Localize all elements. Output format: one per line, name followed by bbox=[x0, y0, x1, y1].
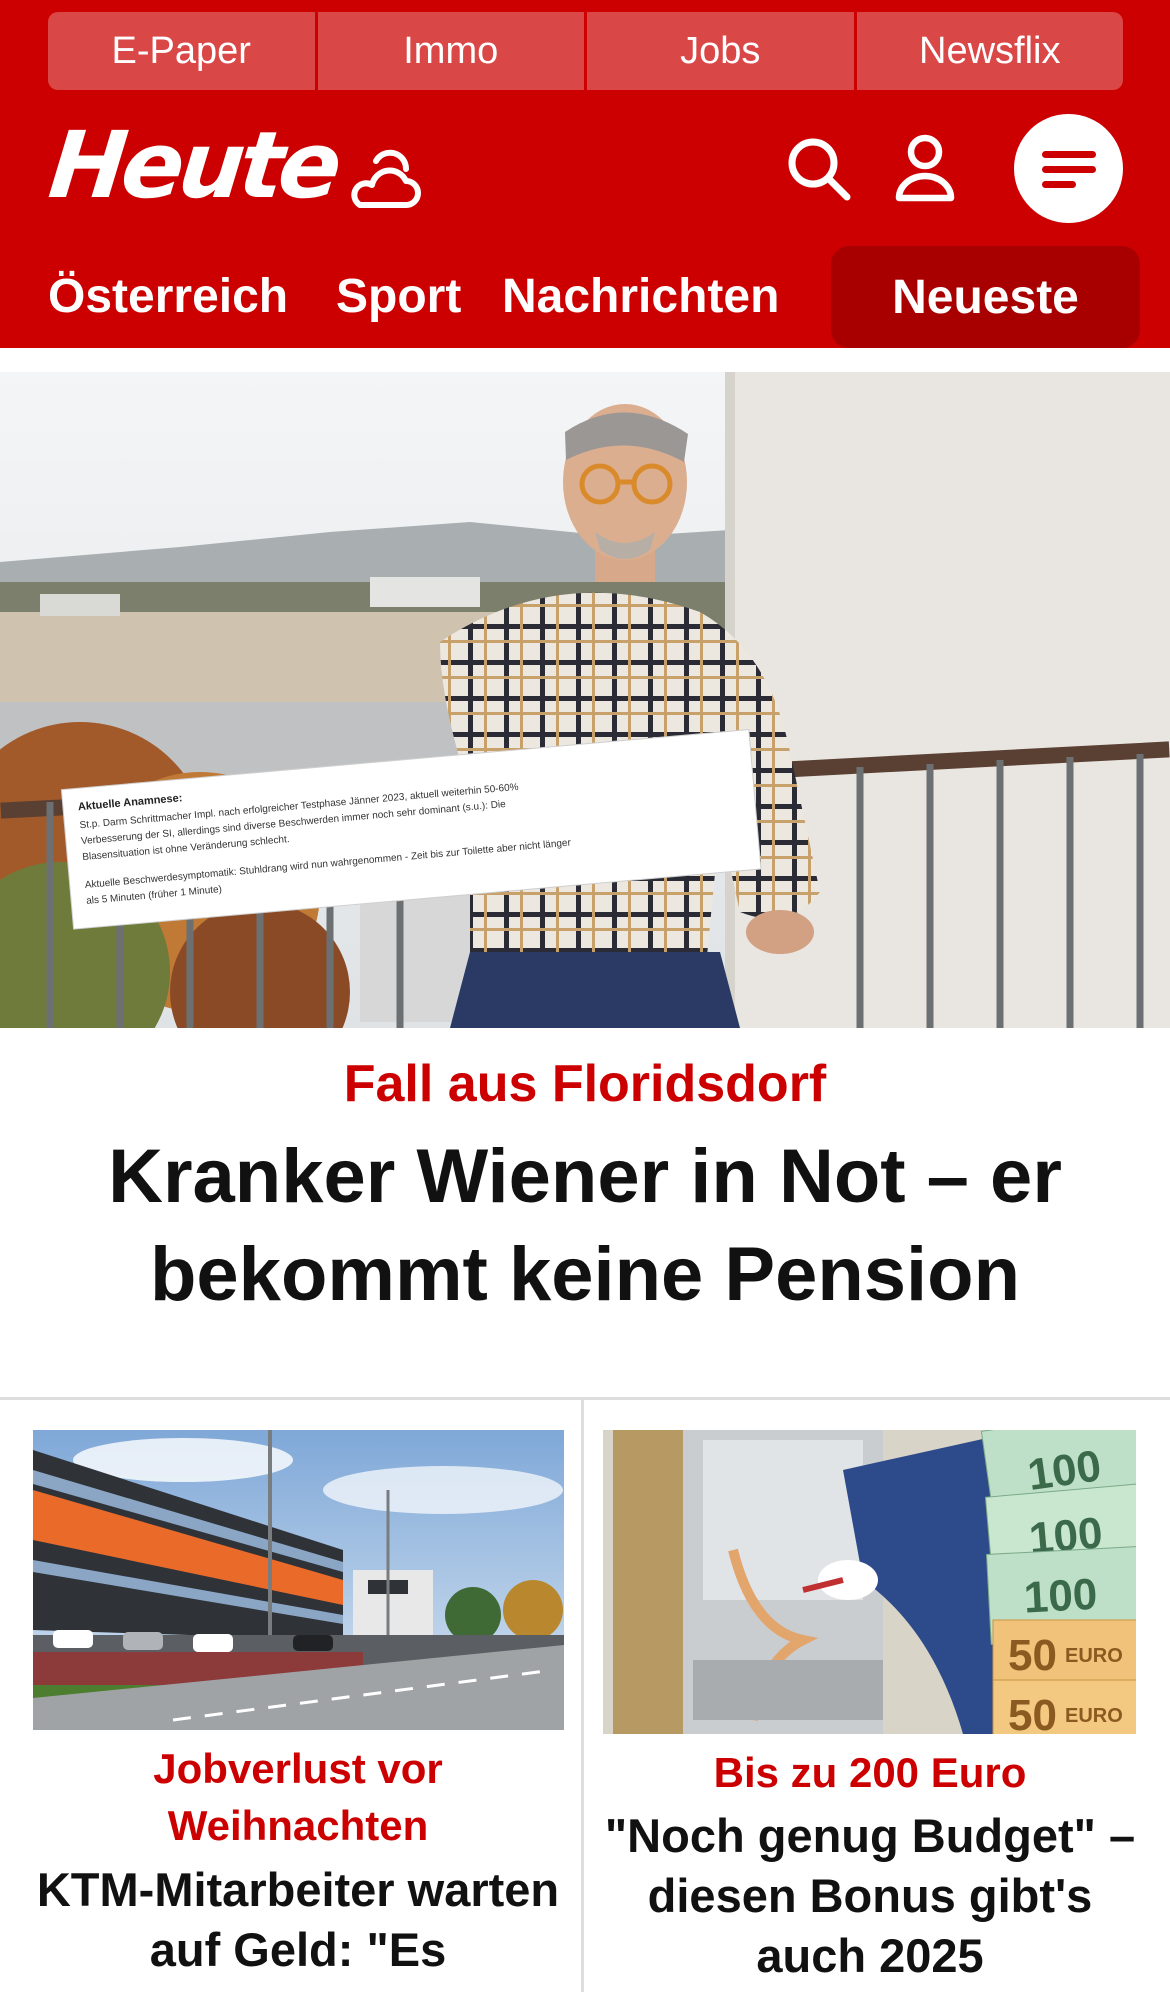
nav-nachrichten[interactable]: Nachrichten bbox=[502, 268, 779, 326]
weather-cloud-icon[interactable] bbox=[346, 147, 422, 213]
site-header: E-Paper Immo Jobs Newsflix Heute Österre… bbox=[0, 0, 1170, 348]
heute-logo[interactable]: Heute bbox=[44, 112, 342, 219]
appliance-money-photo: 100 100 100 50 EURO 50 EURO bbox=[603, 1430, 1136, 1734]
nav-oesterreich[interactable]: Österreich bbox=[48, 268, 288, 326]
card-image-bonus[interactable]: 100 100 100 50 EURO 50 EURO bbox=[603, 1430, 1136, 1734]
banknote-4: 50 bbox=[1008, 1631, 1057, 1680]
topnav-jobs[interactable]: Jobs bbox=[587, 12, 857, 90]
card2-kicker[interactable]: Bis zu 200 Euro bbox=[592, 1744, 1148, 1801]
nav-sport[interactable]: Sport bbox=[336, 268, 461, 326]
banknote-3: 100 bbox=[1023, 1570, 1099, 1623]
card1-title[interactable]: KTM-Mitarbeiter warten auf Geld: "Es bbox=[20, 1860, 576, 1980]
banknote-5: 50 bbox=[1008, 1691, 1057, 1734]
column-divider bbox=[581, 1400, 584, 1992]
menu-button[interactable] bbox=[1014, 114, 1123, 223]
ktm-building-photo bbox=[33, 1430, 564, 1730]
search-icon[interactable] bbox=[786, 136, 852, 202]
top-navigation: E-Paper Immo Jobs Newsflix bbox=[48, 12, 1123, 90]
section-divider bbox=[0, 1397, 1170, 1400]
nav-neueste-tab[interactable]: Neueste bbox=[831, 246, 1140, 348]
card-image-ktm[interactable] bbox=[33, 1430, 564, 1730]
card2-title[interactable]: "Noch genug Budget" – diesen Bonus gibt'… bbox=[592, 1806, 1148, 1986]
hero-kicker[interactable]: Fall aus Floridsdorf bbox=[0, 1052, 1170, 1116]
banknote-5-currency: EURO bbox=[1065, 1705, 1123, 1727]
user-icon[interactable] bbox=[894, 134, 956, 202]
hero-photo-illustration: Aktuelle Anamnese: St.p. Darm Schrittmac… bbox=[0, 372, 1170, 1028]
topnav-immo[interactable]: Immo bbox=[317, 12, 587, 90]
topnav-epaper[interactable]: E-Paper bbox=[48, 12, 318, 90]
section-navigation: Österreich Sport Nachrichten Neueste bbox=[0, 246, 1170, 348]
menu-icon bbox=[1041, 150, 1096, 188]
hero-title[interactable]: Kranker Wiener in Not – er bekommt keine… bbox=[60, 1128, 1110, 1324]
card1-kicker[interactable]: Jobverlust vor Weihnachten bbox=[20, 1740, 576, 1854]
topnav-newsflix[interactable]: Newsflix bbox=[856, 12, 1123, 90]
banknote-4-currency: EURO bbox=[1065, 1645, 1123, 1667]
hero-image[interactable]: Aktuelle Anamnese: St.p. Darm Schrittmac… bbox=[0, 372, 1170, 1028]
